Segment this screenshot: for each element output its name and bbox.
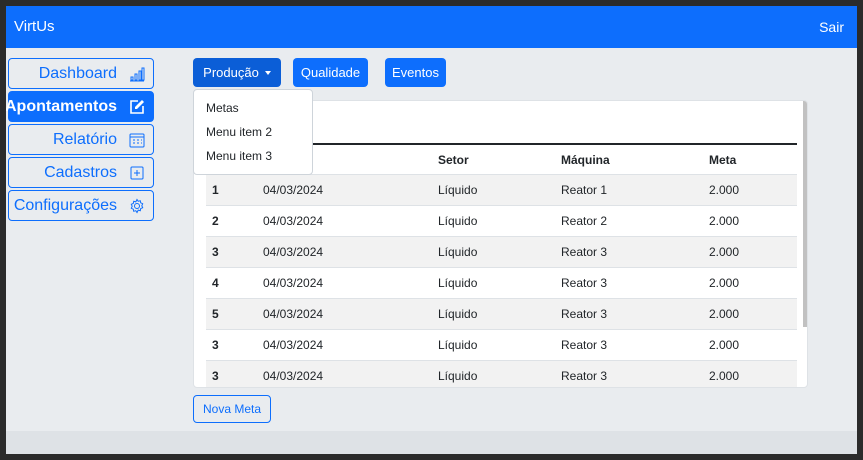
eventos-label: Eventos xyxy=(392,65,439,80)
column-header-maquina: Máquina xyxy=(561,152,610,167)
cell-meta: 2.000 xyxy=(709,174,797,206)
cell-setor: Líquido xyxy=(438,298,561,330)
cell-setor: Líquido xyxy=(438,360,561,387)
cell-setor: Líquido xyxy=(438,205,561,237)
sidebar-item-label: Dashboard xyxy=(38,65,117,82)
cell-date: 04/03/2024 xyxy=(263,267,438,299)
sidebar-item-relatorio[interactable]: Relatório xyxy=(8,124,154,155)
gear-icon xyxy=(129,198,145,214)
table-row[interactable]: 3 04/03/2024 Líquido Reator 3 2.000 xyxy=(206,360,797,387)
cell-setor: Líquido xyxy=(438,329,561,361)
cell-maquina: Reator 3 xyxy=(561,267,709,299)
sidebar-item-cadastros[interactable]: Cadastros xyxy=(8,157,154,188)
producao-dropdown-button[interactable]: Produção xyxy=(193,58,281,87)
menu-item-3[interactable]: Menu item 3 xyxy=(206,149,272,163)
table-row[interactable]: 3 04/03/2024 Líquido Reator 3 2.000 xyxy=(206,236,797,268)
cell-date: 04/03/2024 xyxy=(263,174,438,206)
table-row[interactable]: 2 04/03/2024 Líquido Reator 2 2.000 xyxy=(206,205,797,237)
cell-maquina: Reator 3 xyxy=(561,360,709,387)
cell-meta: 2.000 xyxy=(709,329,797,361)
table-row[interactable]: 3 04/03/2024 Líquido Reator 3 2.000 xyxy=(206,329,797,361)
cell-id: 3 xyxy=(206,329,263,361)
cell-date: 04/03/2024 xyxy=(263,329,438,361)
column-header-setor: Setor xyxy=(438,152,469,167)
cell-date: 04/03/2024 xyxy=(263,360,438,387)
bar-chart-icon xyxy=(129,66,145,82)
cell-maquina: Reator 3 xyxy=(561,329,709,361)
cell-meta: 2.000 xyxy=(709,360,797,387)
cell-id: 3 xyxy=(206,360,263,387)
cell-setor: Líquido xyxy=(438,236,561,268)
sidebar-item-label: Cadastros xyxy=(44,164,117,181)
cell-meta: 2.000 xyxy=(709,298,797,330)
goals-table: Setor Máquina Meta 1 04/03/2024 Líquido … xyxy=(206,145,797,387)
logout-link[interactable]: Sair xyxy=(819,19,844,35)
table-row[interactable]: 5 04/03/2024 Líquido Reator 3 2.000 xyxy=(206,298,797,330)
cell-id: 5 xyxy=(206,298,263,330)
cell-id: 1 xyxy=(206,174,263,206)
cell-meta: 2.000 xyxy=(709,205,797,237)
cell-date: 04/03/2024 xyxy=(263,298,438,330)
cell-maquina: Reator 2 xyxy=(561,205,709,237)
menu-item-metas[interactable]: Metas xyxy=(206,101,239,115)
new-goal-button[interactable]: Nova Meta xyxy=(193,395,271,423)
pencil-square-icon xyxy=(129,99,145,115)
sidebar-item-dashboard[interactable]: Dashboard xyxy=(8,58,154,89)
sidebar: Dashboard Apontamentos Relatório Cadastr… xyxy=(6,58,154,223)
cell-setor: Líquido xyxy=(438,267,561,299)
footer-bar xyxy=(6,431,857,454)
sidebar-item-apontamentos[interactable]: Apontamentos xyxy=(6,91,154,122)
cell-id: 4 xyxy=(206,267,263,299)
calendar-grid-icon xyxy=(129,132,145,148)
app-window: VirtUs Sair Dashboard Apontamentos Relat… xyxy=(6,6,857,454)
column-header-meta: Meta xyxy=(709,152,737,167)
top-navbar: VirtUs Sair xyxy=(6,6,857,48)
table-row[interactable]: 4 04/03/2024 Líquido Reator 3 2.000 xyxy=(206,267,797,299)
cell-meta: 2.000 xyxy=(709,236,797,268)
cell-maquina: Reator 3 xyxy=(561,236,709,268)
sidebar-item-label: Configurações xyxy=(13,197,117,214)
cell-id: 2 xyxy=(206,205,263,237)
producao-label: Produção xyxy=(203,65,259,80)
sidebar-item-label: Apontamentos xyxy=(6,98,117,115)
cell-date: 04/03/2024 xyxy=(263,236,438,268)
plus-square-icon xyxy=(129,165,145,181)
scrollbar[interactable] xyxy=(803,101,807,327)
table-row[interactable]: 1 04/03/2024 Líquido Reator 1 2.000 xyxy=(206,174,797,206)
menu-item-2[interactable]: Menu item 2 xyxy=(206,125,272,139)
cell-maquina: Reator 1 xyxy=(561,174,709,206)
producao-dropdown-menu: Metas Menu item 2 Menu item 3 xyxy=(193,89,313,175)
eventos-button[interactable]: Eventos xyxy=(385,58,446,87)
cell-maquina: Reator 3 xyxy=(561,298,709,330)
app-brand[interactable]: VirtUs xyxy=(14,18,55,35)
cell-date: 04/03/2024 xyxy=(263,205,438,237)
qualidade-button[interactable]: Qualidade xyxy=(293,58,368,87)
qualidade-label: Qualidade xyxy=(300,65,361,80)
cell-setor: Líquido xyxy=(438,174,561,206)
caret-down-icon xyxy=(264,70,271,75)
cell-meta: 2.000 xyxy=(709,267,797,299)
sidebar-item-configuracoes[interactable]: Configurações xyxy=(8,190,154,221)
cell-id: 3 xyxy=(206,236,263,268)
sidebar-item-label: Relatório xyxy=(52,131,117,148)
